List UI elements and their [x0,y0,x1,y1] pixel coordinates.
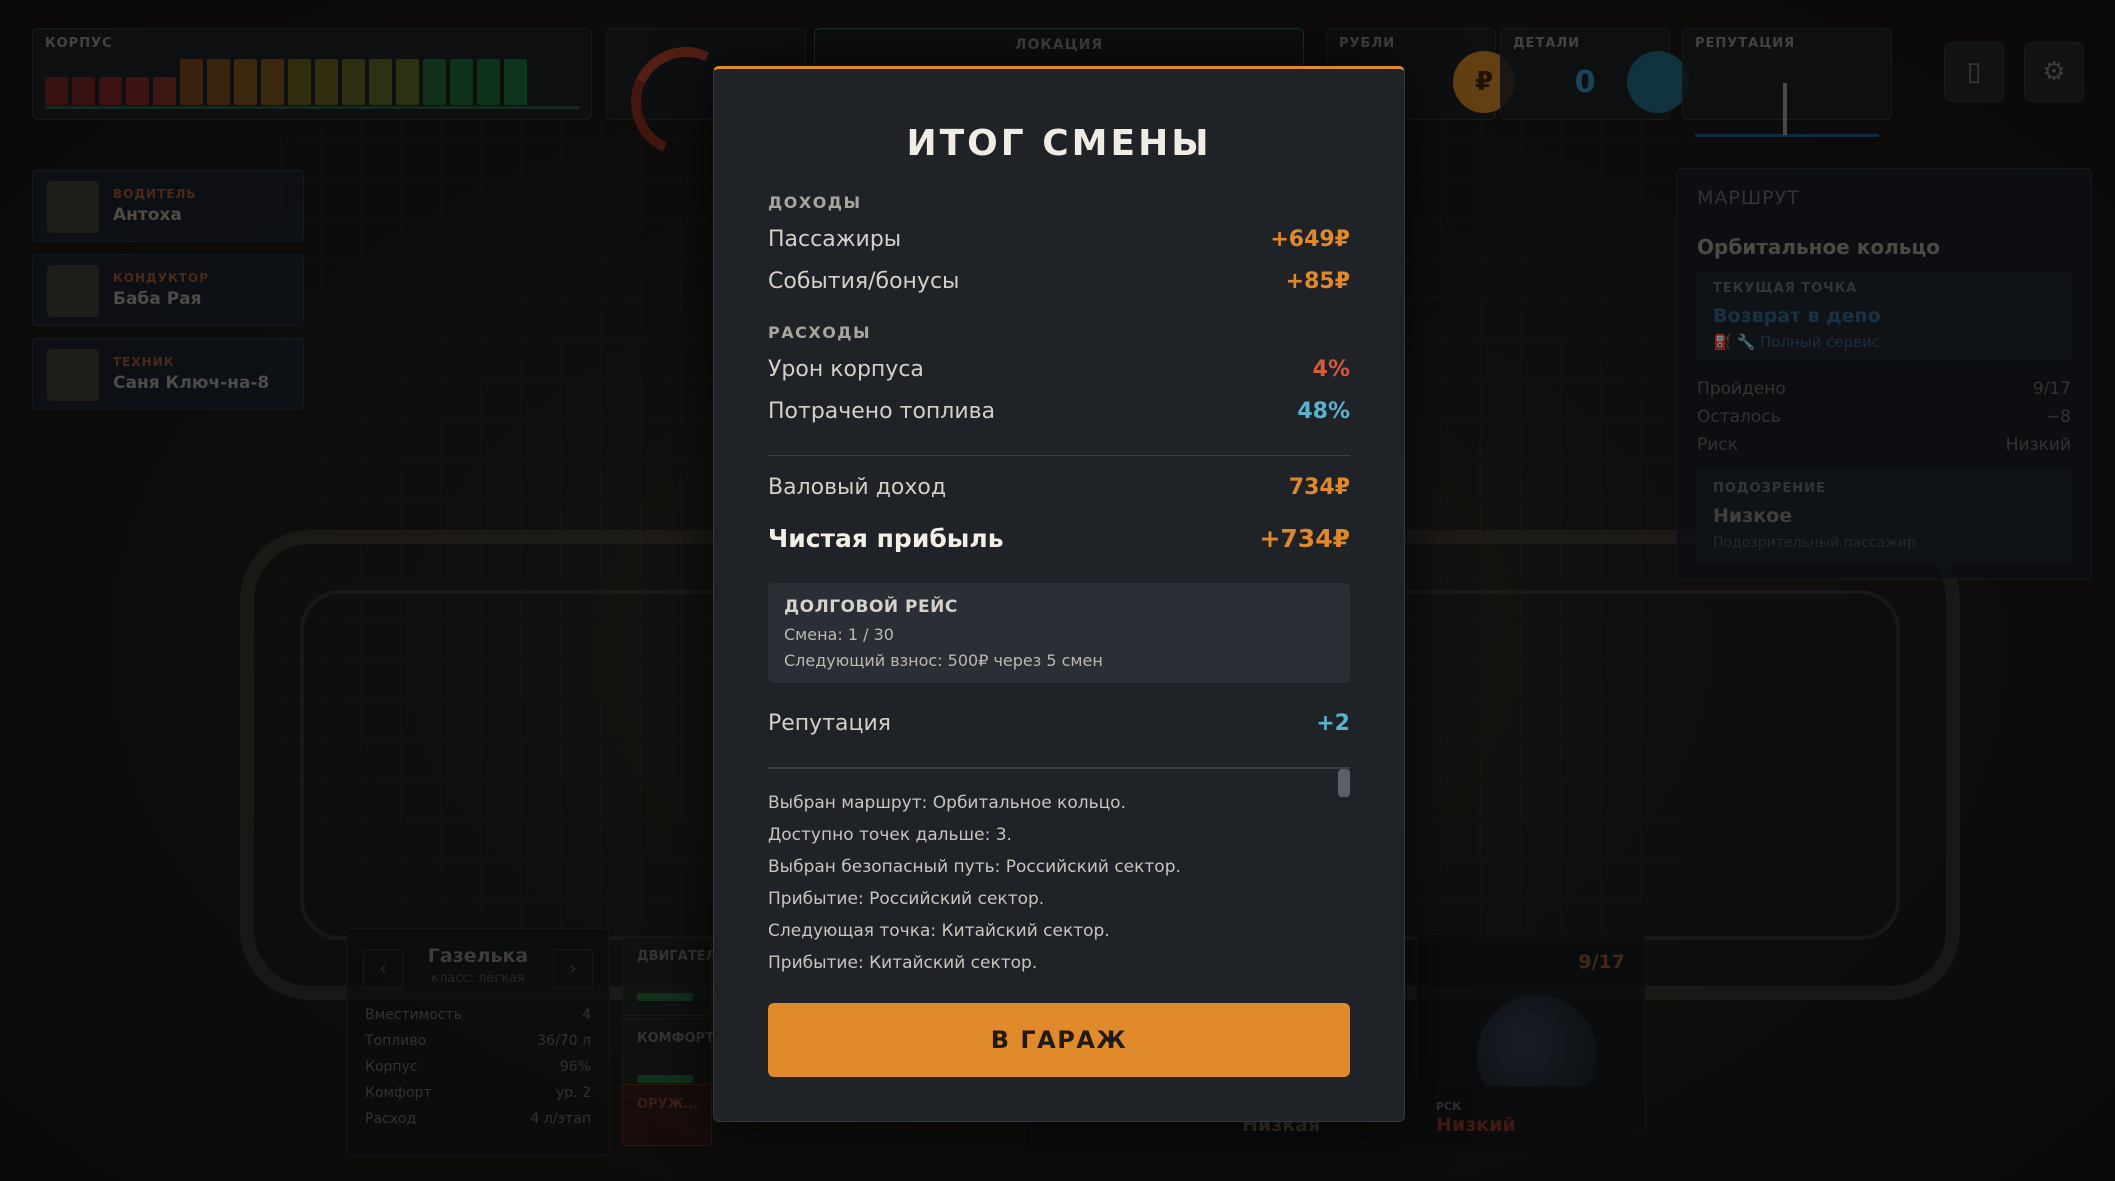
debt-shift: Смена: 1 / 30 [784,625,894,644]
gross-label: Валовый доход [768,475,947,500]
debt-next-payment: Следующий взнос: 500₽ через 5 смен [784,651,1103,670]
hull-damage-value: 4% [1312,357,1350,382]
passengers-row: Пассажиры +649₽ [768,227,1350,252]
shift-summary-modal: ИТОГ СМЕНЫ ДОХОДЫ Пассажиры +649₽ Событи… [713,66,1405,1122]
debt-title: ДОЛГОВОЙ РЕЙС [784,597,958,617]
modal-title: ИТОГ СМЕНЫ [906,123,1212,164]
reputation-label: Репутация [768,711,892,736]
log-divider [768,767,1350,769]
event-log: Выбран маршрут: Орбитальное кольцо. Дост… [768,787,1330,979]
income-section-label: ДОХОДЫ [768,193,862,212]
expenses-section-label: РАСХОДЫ [768,323,872,342]
fuel-value: 48% [1297,399,1350,424]
passengers-label: Пассажиры [768,227,902,252]
to-garage-button[interactable]: В ГАРАЖ [768,1003,1350,1077]
log-entry: Следующая точка: Китайский сектор. [768,921,1110,941]
reputation-value: +2 [1316,711,1350,736]
divider [768,455,1350,456]
net-profit-row: Чистая прибыль +734₽ [768,524,1350,553]
log-entry: Выбран безопасный путь: Российский секто… [768,857,1181,877]
log-entry: Выбран маршрут: Орбитальное кольцо. [768,793,1126,813]
passengers-value: +649₽ [1270,227,1350,252]
events-value: +85₽ [1285,269,1350,294]
log-entry: Прибытие: Китайский сектор. [768,953,1038,973]
log-scrollbar[interactable] [1338,769,1350,797]
fuel-row: Потрачено топлива 48% [768,399,1350,424]
net-profit-value: +734₽ [1259,524,1350,553]
log-entry: Доступно точек дальше: 3. [768,825,1012,845]
hull-damage-row: Урон корпуса 4% [768,357,1350,382]
net-profit-label: Чистая прибыль [768,524,1004,553]
events-row: События/бонусы +85₽ [768,269,1350,294]
events-label: События/бонусы [768,269,960,294]
gross-row: Валовый доход 734₽ [768,475,1350,500]
hull-damage-label: Урон корпуса [768,357,924,382]
debt-run-box: ДОЛГОВОЙ РЕЙС Смена: 1 / 30 Следующий вз… [768,583,1350,683]
reputation-row: Репутация +2 [768,711,1350,736]
gross-value: 734₽ [1288,475,1350,500]
fuel-label: Потрачено топлива [768,399,996,424]
log-entry: Прибытие: Российский сектор. [768,889,1045,909]
